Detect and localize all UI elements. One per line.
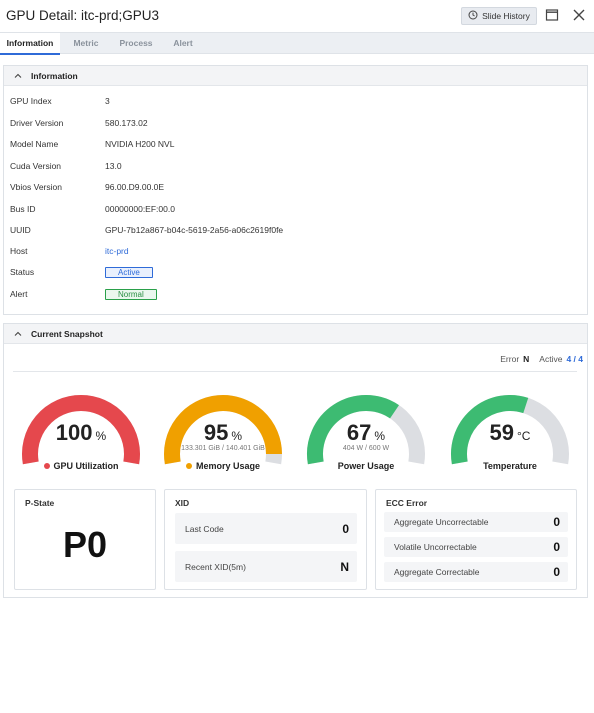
error-label: Error: [500, 354, 520, 364]
xid-title: XID: [175, 498, 190, 508]
ecc-row: Aggregate Correctable 0: [384, 562, 568, 582]
information-panel-header[interactable]: Information: [4, 66, 587, 86]
info-label: Cuda Version: [10, 161, 62, 171]
close-icon[interactable]: [572, 8, 586, 22]
memory-usage-detail: 133.301 GiB / 140.401 GiB: [181, 445, 265, 452]
pstate-title: P-State: [25, 498, 55, 508]
pstate-value: P0: [62, 524, 108, 565]
gpu-utilization-label: GPU Utilization: [13, 461, 149, 471]
info-value: 96.00.D9.00.0E: [105, 182, 165, 192]
clock-icon: [468, 10, 478, 22]
ecc-label: Aggregate Correctable: [394, 567, 480, 577]
ecc-title: ECC Error: [386, 498, 428, 508]
maximize-icon[interactable]: [545, 8, 559, 22]
tab-information[interactable]: Information: [0, 33, 60, 55]
tab-bar: Information Metric Process Alert: [0, 32, 594, 55]
host-link[interactable]: itc-prd: [105, 246, 129, 256]
info-label: Driver Version: [10, 118, 64, 128]
title-bar: GPU Detail: itc-prd;GPU3 Slide History: [0, 0, 594, 32]
info-value: 3: [105, 96, 110, 106]
error-active-summary: Error N Active 4 / 4: [500, 354, 583, 364]
window-title: GPU Detail: itc-prd;GPU3: [6, 8, 160, 23]
memory-usage-label: Memory Usage: [155, 461, 291, 471]
info-label: Alert: [10, 289, 28, 299]
xid-last-code-row: Last Code 0: [175, 513, 357, 544]
active-label: Active: [539, 354, 563, 364]
tab-metric[interactable]: Metric: [60, 33, 112, 54]
xid-recent-row: Recent XID(5m) N: [175, 551, 357, 582]
info-value: NVIDIA H200 NVL: [105, 139, 175, 149]
info-value: 13.0: [105, 161, 122, 171]
status-badge: Active: [105, 267, 153, 278]
ecc-value: 0: [553, 565, 560, 579]
snapshot-panel-title: Current Snapshot: [31, 328, 103, 339]
ecc-error-card: ECC Error Aggregate Uncorrectable 0 Vola…: [375, 489, 577, 590]
power-usage-label: Power Usage: [337, 461, 395, 471]
status-dot-icon: [43, 462, 50, 469]
status-dot-icon: [185, 462, 192, 469]
temperature-value: 59 °C: [489, 420, 531, 445]
xid-value: N: [340, 560, 349, 574]
ecc-row: Aggregate Uncorrectable 0: [384, 512, 568, 532]
info-value: 580.173.02: [105, 118, 148, 128]
info-label: UUID: [10, 225, 31, 235]
slide-history-label: Slide History: [482, 11, 530, 21]
info-label: Model Name: [10, 139, 59, 149]
alert-badge: Normal: [105, 289, 157, 300]
tab-process[interactable]: Process: [112, 33, 160, 54]
power-usage-detail: 404 W / 600 W: [342, 445, 390, 452]
error-value: N: [523, 354, 530, 364]
xid-value: 0: [342, 522, 349, 536]
pstate-card: P-State P0: [14, 489, 156, 590]
ecc-label: Volatile Uncorrectable: [394, 542, 477, 552]
info-label: Vbios Version: [10, 182, 62, 192]
temperature-label: Temperature: [483, 461, 537, 471]
info-value: GPU-7b12a867-b04c-5619-2a56-a06c2619f0fe: [105, 225, 284, 235]
info-label: Status: [10, 267, 35, 277]
xid-card: XID Last Code 0 Recent XID(5m) N: [164, 489, 367, 590]
gpu-utilization-value: 100%: [55, 420, 107, 445]
information-panel-title: Information: [31, 70, 78, 81]
ecc-label: Aggregate Uncorrectable: [394, 517, 489, 527]
slide-history-button[interactable]: Slide History: [461, 7, 537, 25]
info-label: Host: [10, 246, 28, 256]
chevron-up-icon: [14, 331, 22, 336]
info-label: Bus ID: [10, 204, 36, 214]
active-value: 4 / 4: [566, 354, 583, 364]
ecc-value: 0: [553, 515, 560, 529]
ecc-value: 0: [553, 540, 560, 554]
divider: [13, 371, 577, 372]
power-usage-value: 67%: [346, 420, 386, 445]
ecc-row: Volatile Uncorrectable 0: [384, 537, 568, 557]
memory-usage-value: 95%: [203, 420, 243, 445]
info-label: GPU Index: [10, 96, 52, 106]
chevron-up-icon: [14, 73, 22, 78]
snapshot-panel-header[interactable]: Current Snapshot: [4, 324, 587, 344]
info-value: 00000000:EF:00.0: [105, 204, 175, 214]
xid-label: Recent XID(5m): [185, 562, 246, 572]
tab-alert[interactable]: Alert: [160, 33, 206, 54]
xid-label: Last Code: [185, 524, 224, 534]
